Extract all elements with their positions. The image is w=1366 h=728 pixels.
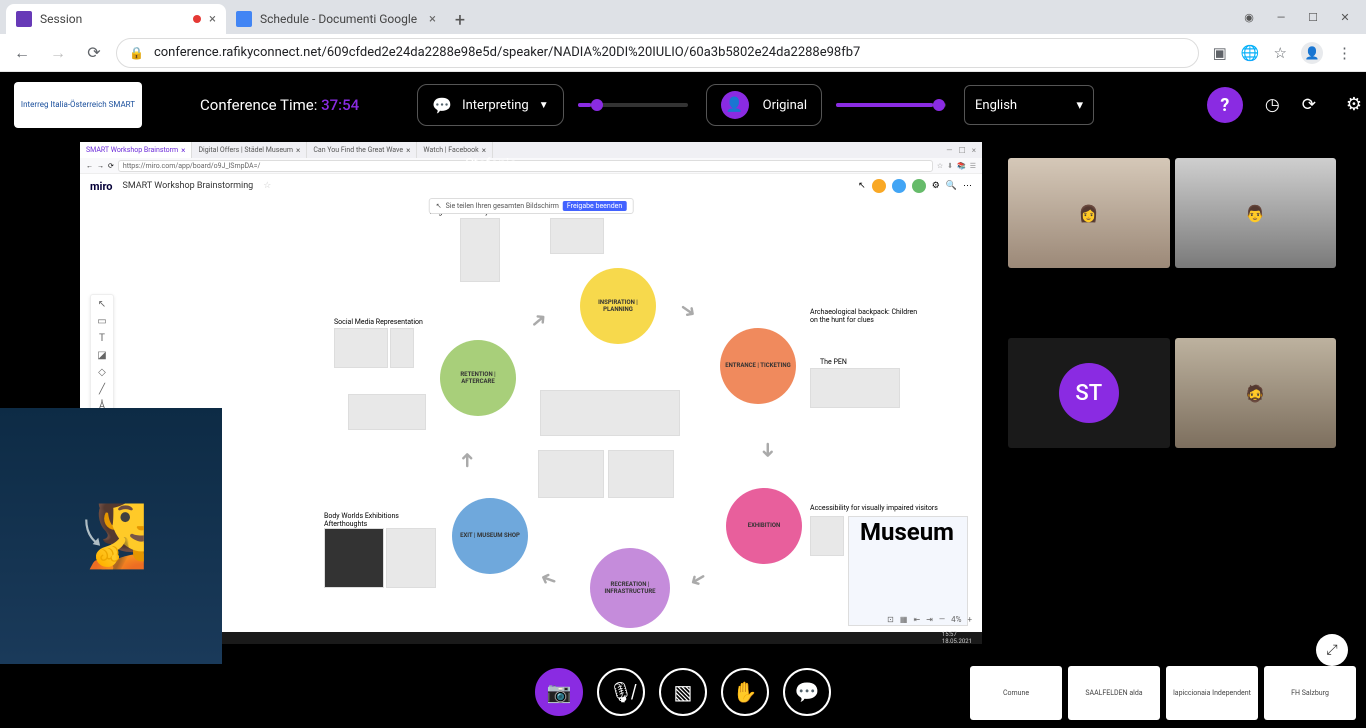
label-bodyworlds: Body Worlds Exhibitions Afterthoughts [324,512,414,528]
node-recreation: RECREATION | INFRASTRUCTURE [590,548,670,628]
self-view-pip[interactable]: 🧏 [0,408,222,664]
language-value: English [975,98,1017,113]
forward-button[interactable]: → [44,39,72,67]
sponsor-logo[interactable]: Comune [970,666,1062,720]
node-exit: EXIT | MUSEUM SHOP [452,498,528,574]
search-icon: 🔍 [946,181,957,191]
maximize-icon[interactable]: ☐ [1306,10,1320,24]
cursor-icon: ↖ [436,202,442,210]
raise-hand-button[interactable]: ✋ [721,668,769,716]
participants-panel: 👩 👨 ST 🧔 ⤢ [982,138,1366,664]
expand-participants-button[interactable]: ⤢ [1316,634,1348,666]
node-inspiration: INSPIRATION | PLANNING [580,268,656,344]
interpreting-label: Interpreting [462,98,529,113]
profile-avatar[interactable]: 👤 [1301,42,1323,64]
label-access: Accessibility for visually impaired visi… [810,504,960,512]
sponsor-logo[interactable]: lapiccionaia Independent [1166,666,1258,720]
back-button[interactable]: ← [8,39,36,67]
sponsor-logo[interactable]: SAALFELDEN alda [1068,666,1160,720]
clock-icon[interactable]: ◷ [1265,95,1280,115]
original-volume-slider[interactable] [836,103,946,107]
miro-board-title: SMART Workshop Brainstorming [123,181,254,191]
sponsor-strip: Comune SAALFELDEN alda lapiccionaia Inde… [970,666,1356,720]
url-input[interactable]: 🔒 conference.rafikyconnect.net/609cfded2… [116,38,1199,68]
museum-big-label: Museum [860,518,954,546]
chrome-menu-icon[interactable]: ⋮ [1337,44,1352,62]
chevron-down-icon: ▾ [1076,98,1083,113]
screenshare-button[interactable]: ▧ [659,668,707,716]
participant-tile[interactable]: 👩 [1008,158,1170,268]
brand-logo: Interreg Italia-Österreich SMART [14,82,142,128]
help-button[interactable]: ? [1207,87,1243,123]
ff-tab: Digital Offers | Städel Museum× [192,142,307,158]
presenter-name-label: Stefanie [465,156,516,172]
interpreting-volume-slider[interactable] [578,103,688,107]
participant-tile[interactable]: 🧔 [1175,338,1337,448]
minimize-icon[interactable]: — [1274,10,1288,24]
time-label: Conference Time: [200,96,317,114]
node-retention: RETENTION | AFTERCARE [440,340,516,416]
new-tab-button[interactable]: + [446,6,474,34]
language-select[interactable]: English ▾ [964,85,1094,125]
call-controls-dock: 📷 🎙︎̸ ▧ ✋ 💬 [535,668,831,716]
browser-tab-session[interactable]: Session × [6,4,226,34]
lock-icon: 🔒 [129,46,144,60]
chat-icon: 💬 [432,96,452,115]
refresh-icon[interactable]: ⟳ [1302,95,1316,115]
settings-icon: ⚙ [932,181,940,191]
screen-share-banner: ↖ Sie teilen Ihren gesamten Bildschirm F… [429,198,634,214]
settings-gear-icon[interactable]: ⚙ [1346,94,1362,115]
original-audio-pill[interactable]: 👤 Original [706,84,822,126]
sponsor-logo[interactable]: FH Salzburg [1264,666,1356,720]
window-controls: ◉ — ☐ ✕ [1242,0,1366,34]
person-icon: 👤 [721,91,749,119]
browser-tab-strip: Session × Schedule - Documenti Google × … [0,0,1366,34]
recording-indicator-icon [193,15,201,23]
translate-icon[interactable]: 🌐 [1241,44,1260,62]
miro-logo: miro [90,180,113,193]
tab-title: Schedule - Documenti Google [260,12,421,26]
original-label: Original [763,98,807,113]
camera-icon[interactable]: ▣ [1213,44,1227,62]
miro-zoom-controls: ⊡▦⇤⇥— 4%+ [887,615,972,624]
ff-tab: SMART Workshop Brainstorm× [80,142,192,158]
close-tab-icon[interactable]: × [209,12,216,27]
mic-toggle-button[interactable]: 🎙︎̸ [597,668,645,716]
bookmark-star-icon[interactable]: ☆ [1274,44,1287,62]
reload-button[interactable]: ⟳ [80,39,108,67]
close-tab-icon[interactable]: × [429,12,436,27]
url-text: conference.rafikyconnect.net/609cfded2e2… [154,45,860,60]
stop-share-button: Freigabe beenden [563,201,626,211]
chat-button[interactable]: 💬 [783,668,831,716]
conference-top-bar: Interreg Italia-Österreich SMART Confere… [0,72,1366,138]
label-pen: The PEN [820,358,847,366]
participant-avatar: ST [1059,363,1119,423]
participant-tile[interactable]: ST [1008,338,1170,448]
chevron-down-icon: ▼ [539,100,549,111]
account-icon[interactable]: ◉ [1242,10,1256,24]
conference-app: Interreg Italia-Österreich SMART Confere… [0,72,1366,728]
more-icon: ⋯ [963,181,972,191]
tab-title: Session [40,12,185,26]
tab-favicon [236,11,252,27]
address-bar: ← → ⟳ 🔒 conference.rafikyconnect.net/609… [0,34,1366,72]
conference-time: Conference Time: 37:54 [200,96,359,114]
label-social: Social Media Representation [334,318,423,326]
camera-toggle-button[interactable]: 📷 [535,668,583,716]
close-window-icon[interactable]: ✕ [1338,10,1352,24]
node-entrance: ENTRANCE | TICKETING [720,328,796,404]
node-exhibition: EXHIBITION [726,488,802,564]
cursor-icon: ↖ [858,181,866,191]
time-value: 37:54 [321,96,359,114]
interpreting-select[interactable]: 💬 Interpreting ▼ [417,84,563,126]
participant-tile[interactable]: 👨 [1175,158,1337,268]
browser-tab-schedule[interactable]: Schedule - Documenti Google × [226,4,446,34]
label-archaeo: Archaeological backpack: Children on the… [810,308,920,324]
tab-favicon [16,11,32,27]
ff-tab: Can You Find the Great Wave× [307,142,417,158]
ff-url: https://miro.com/app/board/o9J_lSmpDA=/ [118,160,933,172]
